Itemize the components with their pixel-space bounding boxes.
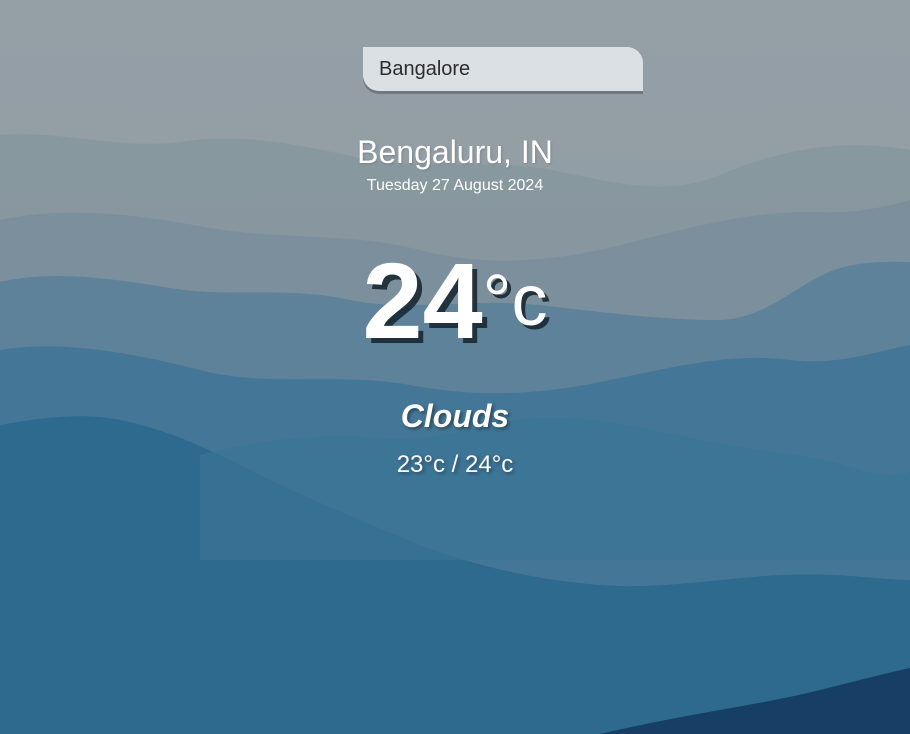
current-date: Tuesday 27 August 2024 xyxy=(366,177,544,194)
temperature-unit: °c xyxy=(482,261,548,341)
temperature-range: 23°c / 24°c xyxy=(396,451,514,478)
location-block: Bengaluru, IN Tuesday 27 August 2024 xyxy=(0,133,910,196)
mountain-background xyxy=(0,0,910,734)
temperature-display: 24°c xyxy=(0,246,910,356)
temperature-value: 24 xyxy=(362,240,483,361)
weather-condition: Clouds xyxy=(400,398,510,434)
city-search-input[interactable] xyxy=(363,47,643,91)
weather-app: Bengaluru, IN Tuesday 27 August 2024 24°… xyxy=(0,0,910,734)
city-name: Bengaluru, IN xyxy=(357,134,553,170)
